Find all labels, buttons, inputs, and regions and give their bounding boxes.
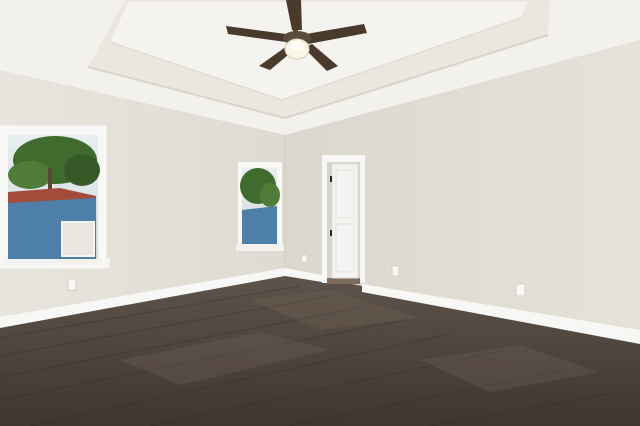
outlet xyxy=(391,265,400,277)
door-hinge xyxy=(330,176,332,182)
outlet xyxy=(515,283,526,297)
outlet xyxy=(67,278,77,291)
tree-trunk xyxy=(48,168,52,190)
left-window xyxy=(0,125,110,269)
door-hinge xyxy=(330,230,332,236)
outlet xyxy=(301,254,308,263)
neighbor-window xyxy=(61,221,95,257)
middle-window xyxy=(236,162,284,251)
room-scene xyxy=(0,0,640,426)
open-doorway xyxy=(322,155,365,284)
